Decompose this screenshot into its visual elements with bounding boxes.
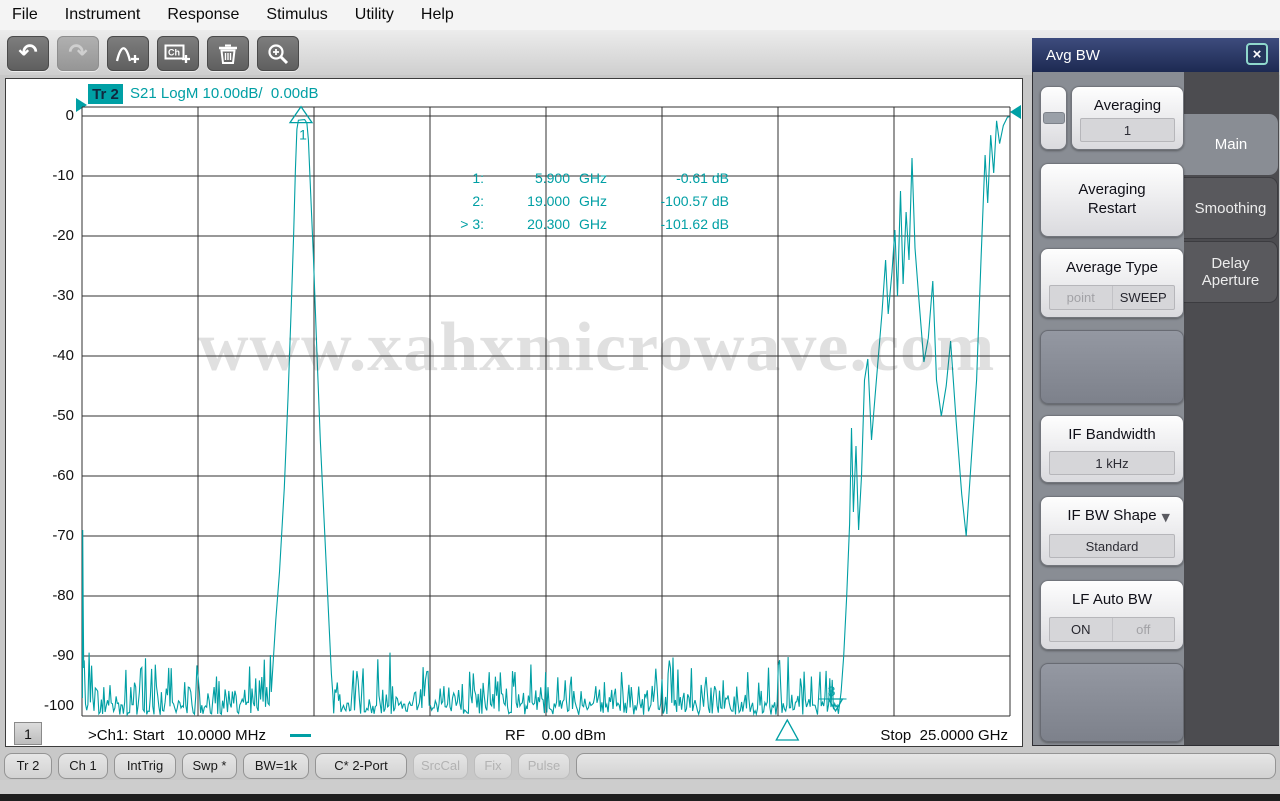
watermark: www.xahxmicrowave.com [198, 309, 996, 386]
lf-auto-bw-label: LF Auto BW [1071, 591, 1153, 608]
menu-item-file[interactable]: File [12, 6, 38, 24]
lf-auto-bw-toggle[interactable]: ON off [1049, 617, 1175, 642]
average-type-toggle[interactable]: point SWEEP [1049, 285, 1175, 310]
tab-smoothing[interactable]: Smoothing [1184, 177, 1278, 239]
lf-auto-bw-option-off[interactable]: off [1111, 618, 1175, 641]
if-bw-shape-label: IF BW Shape [1067, 507, 1157, 524]
y-tick-label: -20 [52, 227, 74, 244]
blank-softkey-2 [1040, 663, 1184, 742]
status-bar: Tr 2 Ch 1 IntTrig Swp * BW=1k C* 2-Port SrcCal… [0, 751, 1280, 780]
menu-item-utility[interactable]: Utility [355, 6, 394, 24]
status-button-ch-1[interactable]: Ch 1 [58, 752, 108, 779]
if-bandwidth-value: 1 kHz [1049, 451, 1175, 475]
marker-1-label: 1 [299, 127, 307, 143]
add-trace-button[interactable] [107, 36, 149, 71]
marker-2-label: 2 [783, 745, 791, 747]
menu-item-help[interactable]: Help [421, 6, 454, 24]
svg-text:Ch: Ch [168, 47, 180, 57]
panel-title: Avg BW [1046, 46, 1100, 64]
y-tick-label: -70 [52, 527, 74, 544]
marker-readout-row: 1: 5.900 GHz -0.61 dB [472, 169, 729, 186]
averaging-enable-button[interactable] [1040, 86, 1067, 150]
y-tick-label: -30 [52, 287, 74, 304]
redo-icon: ↷ [68, 40, 88, 66]
chevron-down-icon: ▼ [1161, 511, 1170, 524]
average-type-option-point[interactable]: point [1050, 286, 1112, 309]
status-button-inttrig[interactable]: IntTrig [114, 752, 176, 779]
averaging-restart-button[interactable]: Averaging Restart [1040, 163, 1184, 237]
y-tick-label: -60 [52, 467, 74, 484]
status-button-bw-1k[interactable]: BW=1k [243, 752, 309, 779]
add-channel-button[interactable]: Ch [157, 36, 199, 71]
blank-softkey-1 [1040, 330, 1184, 404]
marker-readout-row: 2: 19.000 GHz -100.57 dB [472, 192, 729, 209]
status-button-c-2-port[interactable]: C* 2-Port [315, 752, 407, 779]
y-tick-label: -90 [52, 647, 74, 664]
window-bottom-edge [0, 794, 1280, 801]
marker-readout-row: > 3: 20.300 GHz -101.62 dB [460, 215, 729, 232]
status-button-srccal[interactable]: SrcCal [413, 752, 468, 779]
averaging-led-indicator [1042, 112, 1065, 124]
if-bandwidth-label: IF Bandwidth [1068, 426, 1156, 443]
trace-color-legend [290, 734, 311, 737]
marker-readout-table: 1: 5.900 GHz -0.61 dB 2: 19.000 GHz -100.57 dB >… [448, 166, 729, 235]
stimulus-stop-label: Stop 25.0000 GHz [880, 727, 1008, 744]
y-tick-label: 0 [65, 107, 74, 124]
y-tick-label: -10 [52, 167, 74, 184]
delete-trace-icon [219, 44, 237, 64]
averaging-label: Averaging [1093, 97, 1162, 114]
status-button-empty [576, 752, 1276, 779]
channel-badge[interactable]: 1 [14, 722, 42, 745]
status-button-tr-2[interactable]: Tr 2 [4, 752, 52, 779]
undo-button[interactable]: ↶ [7, 36, 49, 71]
status-button-pulse[interactable]: Pulse [518, 752, 570, 779]
delete-trace-button[interactable] [207, 36, 249, 71]
average-type-option-sweep[interactable]: SWEEP [1111, 286, 1175, 309]
add-trace-icon [115, 46, 139, 63]
menu-item-response[interactable]: Response [167, 6, 239, 24]
averaging-restart-label: Averaging Restart [1078, 181, 1146, 217]
average-type-button[interactable]: Average Type point SWEEP [1040, 248, 1184, 318]
redo-button[interactable]: ↷ [57, 36, 99, 71]
average-type-label: Average Type [1065, 259, 1158, 276]
status-button-swp-[interactable]: Swp * [182, 752, 237, 779]
stimulus-start-label: >Ch1: Start 10.0000 MHz [88, 727, 267, 744]
tab-delay-aperture[interactable]: Delay Aperture [1184, 241, 1278, 303]
lf-auto-bw-option-on[interactable]: ON [1050, 618, 1112, 641]
panel-titlebar: Avg BW [1032, 38, 1279, 72]
marker-2-glyph[interactable] [775, 718, 800, 741]
if-bandwidth-button[interactable]: IF Bandwidth 1 kHz [1040, 415, 1184, 483]
lf-auto-bw-button[interactable]: LF Auto BW ON off [1040, 580, 1184, 650]
if-bw-shape-value: Standard [1049, 534, 1175, 558]
menu-bar: File Instrument Response Stimulus Utility Hel… [0, 0, 1280, 30]
y-tick-label: -50 [52, 407, 74, 424]
averaging-button[interactable]: Averaging 1 [1071, 86, 1184, 150]
if-bw-shape-button[interactable]: IF BW Shape ▼ Standard [1040, 496, 1184, 566]
rf-power-label: RF 0.00 dBm [505, 727, 606, 744]
status-button-fix[interactable]: Fix [474, 752, 512, 779]
menu-item-stimulus[interactable]: Stimulus [266, 6, 327, 24]
undo-icon: ↶ [18, 40, 38, 66]
marker-3-label: 3 [828, 683, 836, 699]
y-tick-label: -100 [43, 697, 74, 714]
y-tick-label: -80 [52, 587, 74, 604]
averaging-value: 1 [1080, 118, 1175, 142]
menu-item-instrument[interactable]: Instrument [65, 6, 141, 24]
bottom-strip [0, 780, 1280, 794]
zoom-icon [268, 43, 289, 64]
zoom-button[interactable] [257, 36, 299, 71]
close-icon: × [1252, 45, 1262, 63]
tab-main[interactable]: Main [1184, 114, 1278, 175]
y-tick-label: -40 [52, 347, 74, 364]
panel-close-button[interactable]: × [1246, 43, 1268, 65]
add-channel-icon: Ch [164, 44, 190, 63]
